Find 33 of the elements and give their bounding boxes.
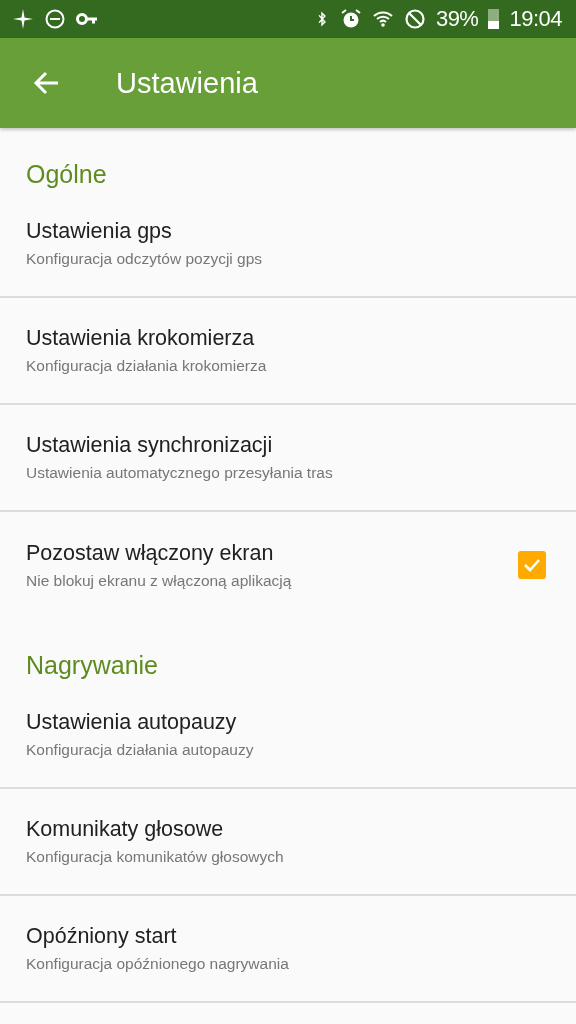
do-not-disturb-icon [44,8,66,30]
item-summary: Konfiguracja działania krokomierza [26,357,268,375]
back-button[interactable] [32,69,60,97]
settings-item[interactable]: Opóźniony start Konfiguracja opóźnionego nagrywania [0,896,576,1003]
item-title: Ustawienia gps [26,219,173,244]
wifi-icon [371,8,394,30]
settings-item[interactable]: Komunikaty głosowe Konfiguracja komunikatów głosowych [0,789,576,896]
item-summary: Konfiguracja odczytów pozycji gps [26,250,264,268]
item-summary: Ustawienia automatycznego przesyłania tras [26,464,334,482]
clock: 19:04 [509,6,562,32]
alarm-icon [339,8,362,30]
battery-percentage: 39% [435,6,479,32]
item-title: Opóźniony start [26,924,178,949]
item-title: Ustawienia krokomierza [26,326,256,351]
section-header: Ogólne [25,159,108,190]
item-title: Ustawienia synchronizacji [26,433,274,458]
item-title: Pozostaw włączony ekran [26,540,275,566]
item-title: Komunikaty głosowe [26,817,225,842]
item-title: Ustawienia autopauzy [26,710,238,735]
item-summary: Konfiguracja komunikatów głosowych [26,848,285,866]
settings-item[interactable]: Pozostaw włączony ekran Nie blokuj ekranu z włączoną aplikacją [0,512,576,619]
battery-icon [488,9,500,29]
item-summary: Konfiguracja działania autopauzy [26,741,255,759]
settings-item[interactable]: Ustawienia gps Konfiguracja odczytów pozycji gps [0,191,576,298]
settings-item[interactable]: Ustawienia synchronizacji Ustawienia automatycznego przesyłania tras [0,405,576,512]
section-header: Nagrywanie [25,650,159,681]
item-summary: Konfiguracja opóźnionego nagrywania [26,955,290,973]
checkbox[interactable] [518,551,546,579]
settings-item[interactable]: Ustawienia autopauzy Konfiguracja działania autopauzy [0,682,576,789]
screen-title: Ustawienia [116,66,258,100]
settings-item[interactable]: Ustawienia krokomierza Konfiguracja działania krokomierza [0,298,576,405]
item-summary: Nie blokuj ekranu z włączoną aplikacją [26,571,293,590]
blocked-icon [403,8,426,30]
